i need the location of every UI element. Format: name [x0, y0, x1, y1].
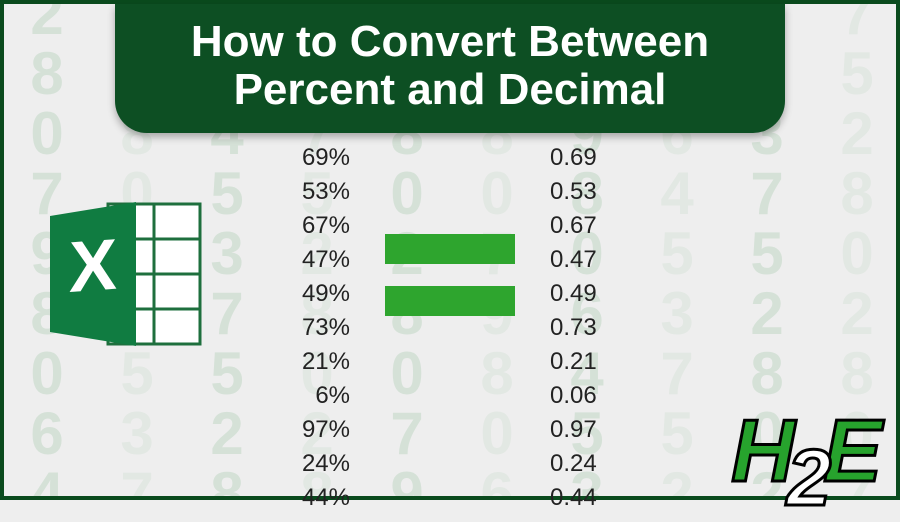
- h2e-letter-e: E: [823, 401, 874, 500]
- decimal-value: 0.06: [550, 382, 620, 410]
- decimal-value: 0.24: [550, 450, 620, 478]
- percent-value: 44%: [280, 484, 350, 512]
- percent-value: 67%: [280, 212, 350, 240]
- percent-column: 69% 53% 67% 47% 49% 73% 21% 6% 97% 24% 44%: [280, 144, 350, 512]
- title-line-2: Percent and Decimal: [135, 66, 765, 114]
- decimal-value: 0.49: [550, 280, 620, 308]
- decimal-value: 0.69: [550, 144, 620, 172]
- h2e-letter-h: H: [731, 401, 787, 500]
- decimal-value: 0.53: [550, 178, 620, 206]
- percent-value: 47%: [280, 246, 350, 274]
- equals-icon: [385, 234, 515, 338]
- percent-value: 97%: [280, 416, 350, 444]
- percent-value: 6%: [280, 382, 350, 410]
- percent-value: 21%: [280, 348, 350, 376]
- svg-text:X: X: [69, 225, 117, 308]
- percent-value: 24%: [280, 450, 350, 478]
- decimal-value: 0.47: [550, 246, 620, 274]
- h2e-letter-2: 2: [787, 433, 824, 522]
- percent-value: 49%: [280, 280, 350, 308]
- percent-value: 53%: [280, 178, 350, 206]
- h2e-logo: H2E: [731, 416, 874, 486]
- title-line-1: How to Convert Between: [135, 18, 765, 66]
- percent-value: 73%: [280, 314, 350, 342]
- decimal-value: 0.21: [550, 348, 620, 376]
- percent-value: 69%: [280, 144, 350, 172]
- title-banner: How to Convert Between Percent and Decim…: [115, 4, 785, 133]
- decimal-value: 0.73: [550, 314, 620, 342]
- excel-icon: X: [40, 194, 210, 359]
- decimal-column: 0.69 0.53 0.67 0.47 0.49 0.73 0.21 0.06 0.97 0.24…: [550, 144, 620, 512]
- decimal-value: 0.97: [550, 416, 620, 444]
- decimal-value: 0.67: [550, 212, 620, 240]
- decimal-value: 0.44: [550, 484, 620, 512]
